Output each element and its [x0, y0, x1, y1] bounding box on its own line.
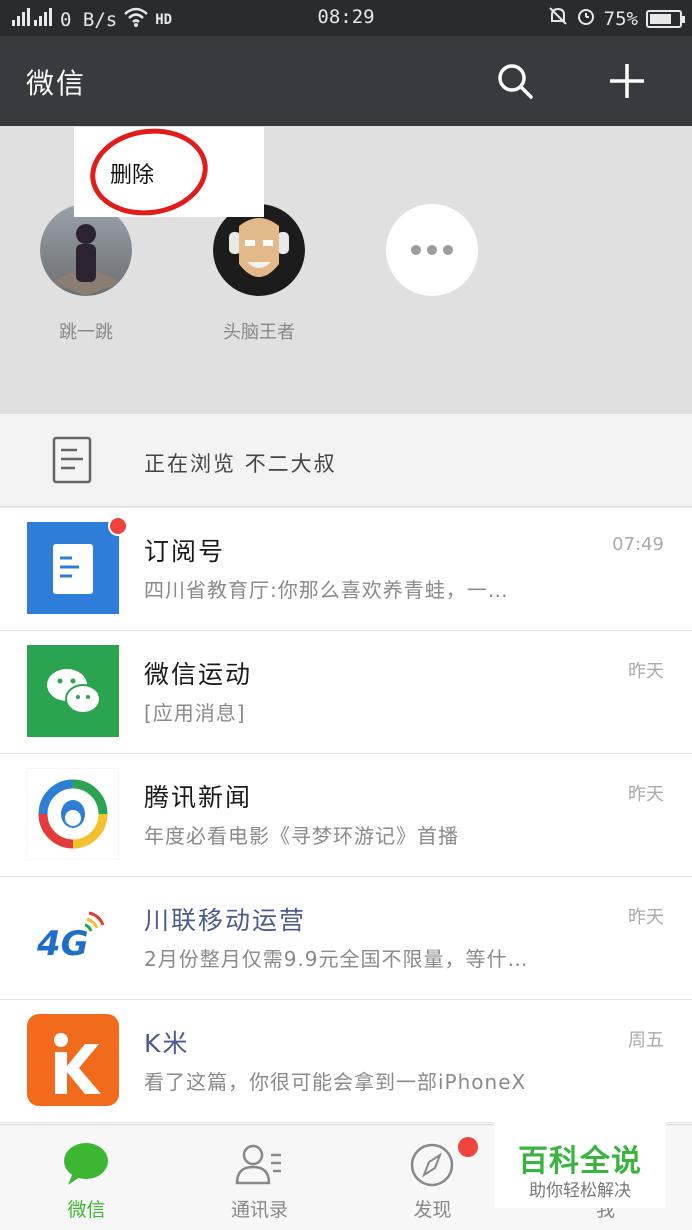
chat-preview: 年度必看电影《寻梦环游记》首播	[144, 824, 459, 848]
delete-popup[interactable]: 删除	[74, 121, 264, 223]
browsing-label: 正在浏览	[144, 452, 236, 476]
chat-name: 川联移动运营	[144, 906, 307, 935]
chat-item-kmi[interactable]: K米 看了这篇，你很可能会拿到一部iPhoneX 周五	[0, 1000, 692, 1123]
status-right: 75%	[548, 6, 685, 31]
chat-time: 昨天	[628, 784, 664, 805]
more-mini-programs-button[interactable]	[386, 204, 478, 296]
jump-game-icon	[40, 204, 132, 296]
battery-icon	[646, 9, 685, 28]
tab-chats[interactable]: 微信	[0, 1125, 173, 1230]
chat-preview: 四川省教育厅:你那么喜欢养青蛙，一…	[144, 578, 509, 602]
mini-program-brain-king[interactable]: 头脑王者	[213, 204, 305, 343]
plus-icon[interactable]	[602, 56, 652, 106]
watermark-subtitle: 助你轻松解决	[529, 1181, 631, 1201]
svg-text:4G: 4G	[36, 924, 89, 964]
search-icon[interactable]	[490, 56, 540, 106]
chat-list: 订阅号 四川省教育厅:你那么喜欢养青蛙，一… 07:49 微信运动 [应用消息]…	[0, 508, 692, 1124]
battery-fill	[650, 13, 671, 24]
more-dots-icon	[386, 204, 478, 296]
chat-preview: 2月份整月仅需9.9元全国不限量，等什…	[144, 947, 529, 971]
chat-name: K米	[144, 1029, 190, 1058]
app-header: 微信	[0, 36, 692, 126]
mini-program-label: 跳一跳	[59, 322, 113, 343]
contacts-icon	[233, 1139, 285, 1189]
4g-logo-icon: 4G	[27, 891, 119, 983]
status-bar: 0 B/s HD 08:29 75%	[0, 0, 692, 36]
browsing-text: 正在浏览 不二大叔	[144, 448, 337, 478]
unread-dot	[108, 516, 128, 536]
mute-bell-icon	[548, 6, 568, 31]
chat-time: 07:49	[612, 534, 664, 555]
chat-time: 昨天	[628, 661, 664, 682]
watermark: 百科全说 助你轻松解决	[494, 1122, 666, 1208]
annotation-circle	[84, 121, 214, 223]
mini-program-label: 头脑王者	[223, 322, 295, 343]
watermark-title: 百科全说	[518, 1144, 642, 1179]
chat-item-mobile-operator[interactable]: 4G 川联移动运营 2月份整月仅需9.9元全国不限量，等什… 昨天	[0, 877, 692, 1000]
chat-item-subscriptions[interactable]: 订阅号 四川省教育厅:你那么喜欢养青蛙，一… 07:49	[0, 508, 692, 631]
chat-time: 周五	[628, 1030, 664, 1051]
browsing-banner[interactable]: 正在浏览 不二大叔	[0, 414, 692, 507]
tab-label: 微信	[67, 1199, 106, 1221]
chat-preview: 看了这篇，你很可能会拿到一部iPhoneX	[144, 1070, 527, 1094]
kmi-logo-icon	[27, 1014, 119, 1106]
chat-name: 腾讯新闻	[144, 783, 253, 812]
article-icon	[52, 436, 92, 484]
brain-king-icon	[213, 204, 305, 296]
chat-name: 微信运动	[144, 660, 253, 689]
battery-percent: 75%	[603, 7, 638, 30]
wechat-sports-icon	[27, 645, 119, 737]
chat-item-tencent-news[interactable]: 腾讯新闻 年度必看电影《寻梦环游记》首播 昨天	[0, 754, 692, 877]
alarm-icon	[576, 6, 596, 31]
discover-badge	[458, 1137, 478, 1157]
compass-icon	[406, 1139, 458, 1189]
subscription-icon	[27, 522, 119, 614]
chat-item-wechat-sports[interactable]: 微信运动 [应用消息] 昨天	[0, 631, 692, 754]
page-title: 微信	[26, 67, 87, 100]
chat-name: 订阅号	[144, 537, 226, 566]
chat-bubble-icon	[60, 1139, 112, 1189]
mini-program-jump[interactable]: 跳一跳	[40, 204, 132, 343]
tencent-news-icon	[27, 768, 119, 860]
tab-contacts[interactable]: 通讯录	[173, 1125, 346, 1230]
browsing-title: 不二大叔	[244, 452, 337, 476]
chat-preview: [应用消息]	[144, 701, 246, 725]
chat-time: 昨天	[628, 907, 664, 928]
tab-label: 通讯录	[230, 1199, 288, 1221]
